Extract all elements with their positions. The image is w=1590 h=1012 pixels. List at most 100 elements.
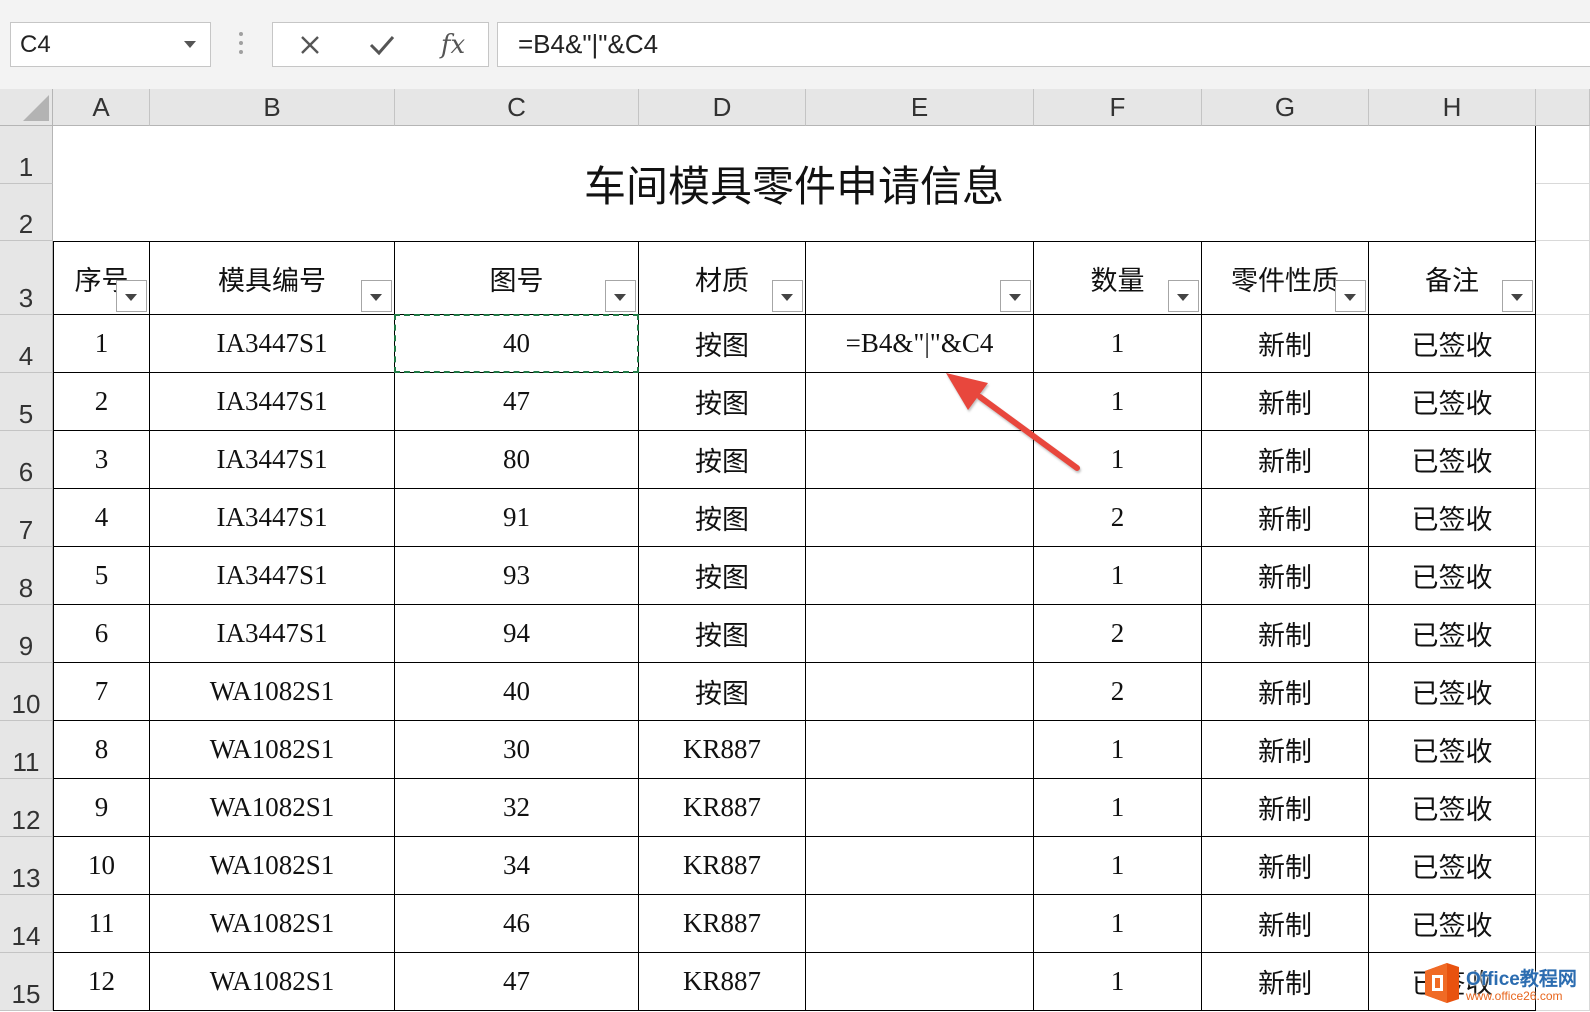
empty-cell[interactable] bbox=[1536, 547, 1590, 605]
sheet-title[interactable]: 车间模具零件申请信息 bbox=[53, 126, 1536, 241]
cell-d10[interactable]: 按图 bbox=[639, 663, 806, 721]
cell-h4[interactable]: 已签收 bbox=[1369, 315, 1536, 373]
cell-e4[interactable]: =B4&"|"&C4 bbox=[806, 315, 1034, 373]
cell-a9[interactable]: 6 bbox=[53, 605, 150, 663]
cell-f12[interactable]: 1 bbox=[1034, 779, 1202, 837]
cell-a11[interactable]: 8 bbox=[53, 721, 150, 779]
cell-f14[interactable]: 1 bbox=[1034, 895, 1202, 953]
empty-cell[interactable] bbox=[1536, 431, 1590, 489]
cell-c4[interactable]: 40 bbox=[395, 315, 639, 373]
cell-f13[interactable]: 1 bbox=[1034, 837, 1202, 895]
cell-e5[interactable] bbox=[806, 373, 1034, 431]
column-header-h[interactable]: H bbox=[1369, 89, 1536, 126]
cell-e10[interactable] bbox=[806, 663, 1034, 721]
cell-c8[interactable]: 93 bbox=[395, 547, 639, 605]
cell-a10[interactable]: 7 bbox=[53, 663, 150, 721]
cell-h10[interactable]: 已签收 bbox=[1369, 663, 1536, 721]
cell-f8[interactable]: 1 bbox=[1034, 547, 1202, 605]
column-header-c[interactable]: C bbox=[395, 89, 639, 126]
cell-a15[interactable]: 12 bbox=[53, 953, 150, 1011]
table-header-h[interactable]: 备注 bbox=[1369, 241, 1536, 315]
cell-a6[interactable]: 3 bbox=[53, 431, 150, 489]
empty-cell[interactable] bbox=[1536, 779, 1590, 837]
cell-a4[interactable]: 1 bbox=[53, 315, 150, 373]
cell-d4[interactable]: 按图 bbox=[639, 315, 806, 373]
row-header-15[interactable]: 15 bbox=[0, 953, 53, 1011]
cell-g5[interactable]: 新制 bbox=[1202, 373, 1369, 431]
cell-f4[interactable]: 1 bbox=[1034, 315, 1202, 373]
cell-b9[interactable]: IA3447S1 bbox=[150, 605, 395, 663]
cell-a13[interactable]: 10 bbox=[53, 837, 150, 895]
cell-c9[interactable]: 94 bbox=[395, 605, 639, 663]
row-header-14[interactable]: 14 bbox=[0, 895, 53, 953]
cell-h5[interactable]: 已签收 bbox=[1369, 373, 1536, 431]
row-header-2[interactable]: 2 bbox=[0, 184, 53, 241]
cell-f9[interactable]: 2 bbox=[1034, 605, 1202, 663]
cell-c12[interactable]: 32 bbox=[395, 779, 639, 837]
formula-input-value[interactable]: =B4&"|"&C4 bbox=[518, 23, 658, 66]
column-header-d[interactable]: D bbox=[639, 89, 806, 126]
cancel-button[interactable] bbox=[287, 23, 333, 66]
table-header-g[interactable]: 零件性质 bbox=[1202, 241, 1369, 315]
cell-d7[interactable]: 按图 bbox=[639, 489, 806, 547]
cell-f6[interactable]: 1 bbox=[1034, 431, 1202, 489]
cell-c6[interactable]: 80 bbox=[395, 431, 639, 489]
cell-b4[interactable]: IA3447S1 bbox=[150, 315, 395, 373]
cell-h9[interactable]: 已签收 bbox=[1369, 605, 1536, 663]
cell-f11[interactable]: 1 bbox=[1034, 721, 1202, 779]
cell-f10[interactable]: 2 bbox=[1034, 663, 1202, 721]
empty-cell[interactable] bbox=[1536, 605, 1590, 663]
filter-button[interactable] bbox=[1502, 280, 1533, 312]
chevron-down-icon[interactable] bbox=[184, 41, 196, 48]
cell-e15[interactable] bbox=[806, 953, 1034, 1011]
more-vertical-icon[interactable] bbox=[237, 32, 245, 58]
cell-b8[interactable]: IA3447S1 bbox=[150, 547, 395, 605]
cell-c10[interactable]: 40 bbox=[395, 663, 639, 721]
cell-g13[interactable]: 新制 bbox=[1202, 837, 1369, 895]
empty-cell[interactable] bbox=[1536, 721, 1590, 779]
cell-e12[interactable] bbox=[806, 779, 1034, 837]
cell-a5[interactable]: 2 bbox=[53, 373, 150, 431]
cell-b5[interactable]: IA3447S1 bbox=[150, 373, 395, 431]
select-all-button[interactable] bbox=[0, 89, 53, 126]
cell-b15[interactable]: WA1082S1 bbox=[150, 953, 395, 1011]
cell-f5[interactable]: 1 bbox=[1034, 373, 1202, 431]
row-header-3[interactable]: 3 bbox=[0, 241, 53, 315]
cell-e6[interactable] bbox=[806, 431, 1034, 489]
cell-g14[interactable]: 新制 bbox=[1202, 895, 1369, 953]
column-header-next[interactable] bbox=[1536, 89, 1590, 126]
row-header-6[interactable]: 6 bbox=[0, 431, 53, 489]
empty-cell[interactable] bbox=[1536, 373, 1590, 431]
row-header-9[interactable]: 9 bbox=[0, 605, 53, 663]
cell-d15[interactable]: KR887 bbox=[639, 953, 806, 1011]
empty-cell[interactable] bbox=[1536, 663, 1590, 721]
cell-d6[interactable]: 按图 bbox=[639, 431, 806, 489]
row-header-12[interactable]: 12 bbox=[0, 779, 53, 837]
insert-function-button[interactable]: fx bbox=[430, 23, 476, 66]
table-header-c[interactable]: 图号 bbox=[395, 241, 639, 315]
column-header-a[interactable]: A bbox=[53, 89, 150, 126]
cell-h12[interactable]: 已签收 bbox=[1369, 779, 1536, 837]
empty-cell[interactable] bbox=[1536, 895, 1590, 953]
cell-h6[interactable]: 已签收 bbox=[1369, 431, 1536, 489]
cell-a8[interactable]: 5 bbox=[53, 547, 150, 605]
column-header-g[interactable]: G bbox=[1202, 89, 1369, 126]
cell-c5[interactable]: 47 bbox=[395, 373, 639, 431]
empty-cell[interactable] bbox=[1536, 126, 1590, 184]
enter-button[interactable] bbox=[359, 23, 405, 66]
cell-d13[interactable]: KR887 bbox=[639, 837, 806, 895]
cell-c13[interactable]: 34 bbox=[395, 837, 639, 895]
cell-g6[interactable]: 新制 bbox=[1202, 431, 1369, 489]
table-header-b[interactable]: 模具编号 bbox=[150, 241, 395, 315]
cell-b6[interactable]: IA3447S1 bbox=[150, 431, 395, 489]
cell-d12[interactable]: KR887 bbox=[639, 779, 806, 837]
cell-a14[interactable]: 11 bbox=[53, 895, 150, 953]
cell-e13[interactable] bbox=[806, 837, 1034, 895]
filter-button[interactable] bbox=[1000, 280, 1031, 312]
cell-g15[interactable]: 新制 bbox=[1202, 953, 1369, 1011]
cell-g4[interactable]: 新制 bbox=[1202, 315, 1369, 373]
name-box-value[interactable]: C4 bbox=[20, 23, 51, 66]
cell-g11[interactable]: 新制 bbox=[1202, 721, 1369, 779]
column-header-f[interactable]: F bbox=[1034, 89, 1202, 126]
column-header-b[interactable]: B bbox=[150, 89, 395, 126]
